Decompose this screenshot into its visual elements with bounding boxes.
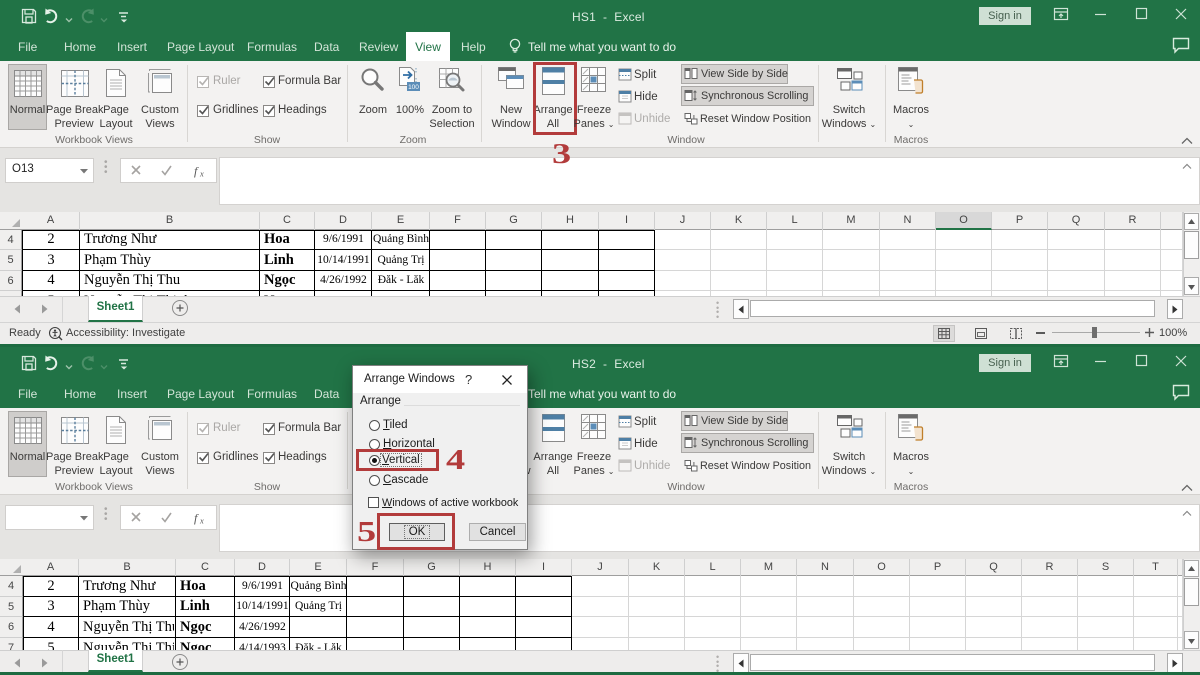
svg-text:x: x (199, 169, 204, 179)
svg-text:f: f (194, 164, 199, 178)
svg-text:f: f (194, 511, 199, 525)
svg-text:x: x (199, 516, 204, 526)
svg-text:100: 100 (408, 84, 419, 91)
